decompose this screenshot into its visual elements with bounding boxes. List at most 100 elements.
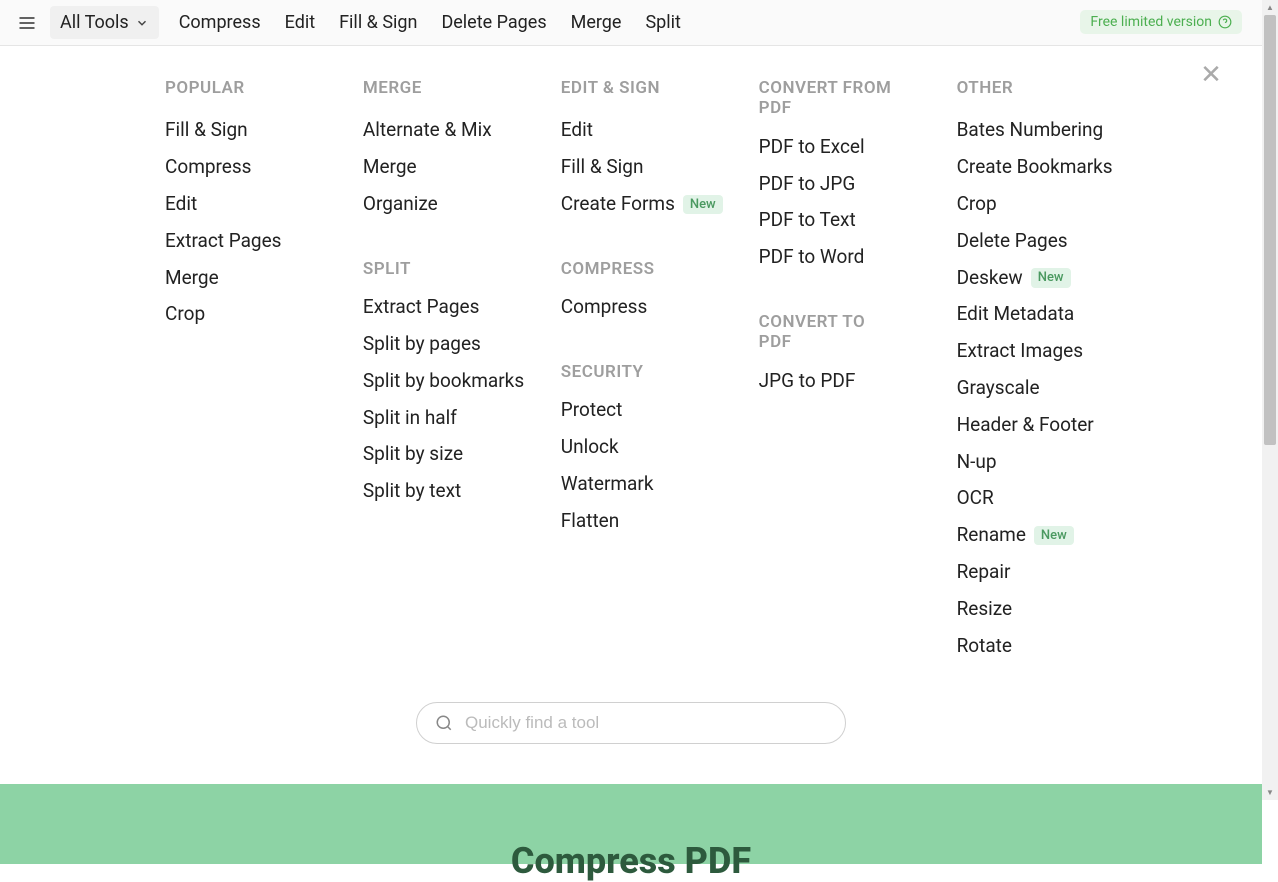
tool-flatten[interactable]: Flatten xyxy=(561,503,751,540)
tool-label: Bates Numbering xyxy=(957,119,1104,142)
tool-crop[interactable]: Crop xyxy=(165,296,355,333)
tool-merge[interactable]: Merge xyxy=(165,260,355,297)
new-badge: New xyxy=(683,195,723,215)
heading-convert-to: CONVERT TO PDF xyxy=(759,312,879,353)
tool-jpg-to-pdf[interactable]: JPG to PDF xyxy=(759,363,949,400)
hero-title: Compress PDF xyxy=(511,840,751,882)
free-version-label: Free limited version xyxy=(1090,14,1212,30)
tool-header-footer[interactable]: Header & Footer xyxy=(957,407,1152,444)
nav-delete-pages[interactable]: Delete Pages xyxy=(429,4,558,41)
tool-split-pages[interactable]: Split by pages xyxy=(363,326,553,363)
tool-unlock[interactable]: Unlock xyxy=(561,429,751,466)
nav-merge[interactable]: Merge xyxy=(559,4,634,41)
tool-pdf-to-text[interactable]: PDF to Text xyxy=(759,202,949,239)
tool-deskew[interactable]: DeskewNew xyxy=(957,260,1152,297)
nav-split[interactable]: Split xyxy=(633,4,692,41)
tool-split-text[interactable]: Split by text xyxy=(363,473,553,510)
tool-label: Header & Footer xyxy=(957,414,1094,437)
tool-label: Create Bookmarks xyxy=(957,156,1113,179)
tool-label: Repair xyxy=(957,561,1011,584)
tool-label: Grayscale xyxy=(957,377,1040,400)
tool-repair[interactable]: Repair xyxy=(957,554,1152,591)
tool-label: Create Forms xyxy=(561,193,675,216)
tool-label: Delete Pages xyxy=(957,230,1068,253)
scroll-up-arrow-icon[interactable]: ▲ xyxy=(1262,0,1278,15)
tool-label: Deskew xyxy=(957,267,1023,290)
heading-convert-from: CONVERT FROM PDF xyxy=(759,78,909,119)
tool-label: Resize xyxy=(957,598,1013,621)
tool-create-forms[interactable]: Create Forms New xyxy=(561,186,751,223)
new-badge: New xyxy=(1034,526,1074,546)
tool-label: Fill & Sign xyxy=(561,156,644,179)
tool-organize[interactable]: Organize xyxy=(363,186,553,223)
topbar: All Tools Compress Edit Fill & Sign Dele… xyxy=(0,0,1262,46)
menu-col-edit-comp-sec: EDIT & SIGN Edit Fill & Sign Create Form… xyxy=(561,78,751,664)
all-tools-dropdown[interactable]: All Tools xyxy=(50,6,159,39)
tool-resize[interactable]: Resize xyxy=(957,591,1152,628)
menu-col-popular: POPULAR Fill & Sign Compress Edit Extrac… xyxy=(165,78,355,664)
heading-edit-sign: EDIT & SIGN xyxy=(561,78,751,98)
scrollbar-track[interactable]: ▲ ▼ xyxy=(1262,0,1278,800)
tool-pdf-to-excel[interactable]: PDF to Excel xyxy=(759,129,949,166)
search-box[interactable] xyxy=(416,702,846,744)
tool-label: Edit Metadata xyxy=(957,303,1075,326)
heading-popular: POPULAR xyxy=(165,78,355,98)
nav-compress[interactable]: Compress xyxy=(167,4,273,41)
free-version-badge[interactable]: Free limited version xyxy=(1080,10,1242,34)
tool-edit-metadata[interactable]: Edit Metadata xyxy=(957,296,1152,333)
tool-grayscale[interactable]: Grayscale xyxy=(957,370,1152,407)
menu-col-merge-split: MERGE Alternate & Mix Merge Organize SPL… xyxy=(363,78,553,664)
tool-extract-pages-2[interactable]: Extract Pages xyxy=(363,289,553,326)
tool-label: Rename xyxy=(957,524,1026,547)
tool-pdf-to-word[interactable]: PDF to Word xyxy=(759,239,949,276)
tool-bookmarks[interactable]: Create Bookmarks xyxy=(957,149,1152,186)
tool-compress[interactable]: Compress xyxy=(165,149,355,186)
heading-split: SPLIT xyxy=(363,259,553,279)
tool-label: Rotate xyxy=(957,635,1012,658)
nav-edit[interactable]: Edit xyxy=(273,4,327,41)
chevron-down-icon xyxy=(135,16,149,30)
tool-split-size[interactable]: Split by size xyxy=(363,436,553,473)
tool-split-bookmarks[interactable]: Split by bookmarks xyxy=(363,363,553,400)
tool-merge-2[interactable]: Merge xyxy=(363,149,553,186)
tool-compress-2[interactable]: Compress xyxy=(561,289,751,326)
close-menu-button[interactable]: ✕ xyxy=(1196,60,1226,90)
mega-menu: ✕ POPULAR Fill & Sign Compress Edit Extr… xyxy=(0,46,1262,684)
search-input[interactable] xyxy=(465,713,827,733)
tool-rename[interactable]: Rename New xyxy=(957,517,1152,554)
hamburger-menu-button[interactable] xyxy=(8,4,46,42)
tool-crop-2[interactable]: Crop xyxy=(957,186,1152,223)
tool-label: Crop xyxy=(957,193,997,216)
tool-delete-pages[interactable]: Delete Pages xyxy=(957,223,1152,260)
tool-label: N-up xyxy=(957,451,997,474)
tool-fill-sign-2[interactable]: Fill & Sign xyxy=(561,149,751,186)
tool-watermark[interactable]: Watermark xyxy=(561,466,751,503)
hamburger-icon xyxy=(17,13,37,33)
scroll-down-arrow-icon[interactable]: ▼ xyxy=(1262,785,1278,800)
tool-extract-images[interactable]: Extract Images xyxy=(957,333,1152,370)
tool-protect[interactable]: Protect xyxy=(561,392,751,429)
tool-n-up[interactable]: N-up xyxy=(957,444,1152,481)
search-container xyxy=(0,684,1262,784)
tool-fill-sign[interactable]: Fill & Sign xyxy=(165,112,355,149)
tool-bates[interactable]: Bates Numbering xyxy=(957,112,1152,149)
tool-pdf-to-jpg[interactable]: PDF to JPG xyxy=(759,166,949,203)
tool-ocr[interactable]: OCR xyxy=(957,480,1152,517)
search-icon xyxy=(435,714,453,732)
tool-rotate[interactable]: Rotate xyxy=(957,628,1152,665)
tool-edit[interactable]: Edit xyxy=(165,186,355,223)
nav-fill-sign[interactable]: Fill & Sign xyxy=(327,4,429,41)
heading-compress: COMPRESS xyxy=(561,259,751,279)
help-icon xyxy=(1218,15,1232,29)
heading-merge: MERGE xyxy=(363,78,553,98)
nav-links: Compress Edit Fill & Sign Delete Pages M… xyxy=(167,4,693,41)
tool-label: Extract Images xyxy=(957,340,1083,363)
tool-extract-pages[interactable]: Extract Pages xyxy=(165,223,355,260)
all-tools-label: All Tools xyxy=(60,12,129,33)
tool-edit-2[interactable]: Edit xyxy=(561,112,751,149)
tool-split-half[interactable]: Split in half xyxy=(363,400,553,437)
heading-other: OTHER xyxy=(957,78,1152,98)
scrollbar-thumb[interactable] xyxy=(1264,15,1276,445)
tool-alternate-mix[interactable]: Alternate & Mix xyxy=(363,112,553,149)
menu-col-other: OTHER Bates Numbering Create Bookmarks C… xyxy=(957,78,1152,664)
